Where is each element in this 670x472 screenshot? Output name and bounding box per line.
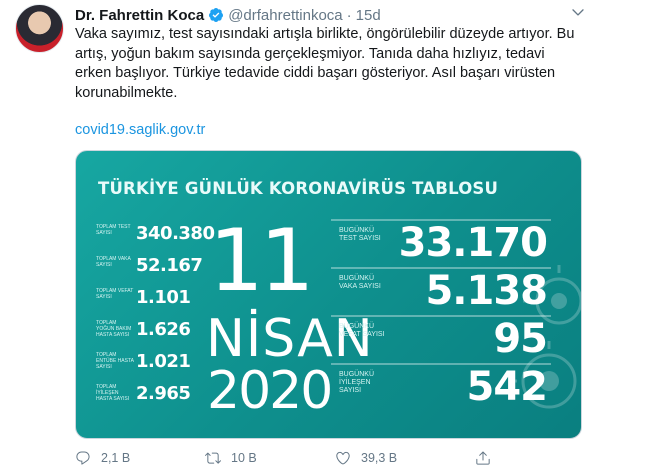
tweet-header: Dr. Fahrettin Koca @drfahrettinkoca · 15…	[75, 6, 381, 24]
header-separator: ·	[346, 6, 352, 24]
stat-total-tests: TOPLAM TEST SAYISI 340.380	[96, 221, 216, 253]
heart-icon	[336, 451, 350, 465]
tweet-link[interactable]: covid19.saglik.gov.tr	[75, 122, 205, 138]
stat-value: 340.380	[136, 223, 215, 244]
retweet-icon	[205, 452, 221, 464]
stat-label: TOPLAM YOĞUN BAKIM HASTA SAYISI	[96, 320, 132, 338]
stat-label: TOPLAM VAKA SAYISI	[96, 256, 131, 268]
author-avatar[interactable]	[15, 4, 64, 53]
stat-label: TOPLAM VEFAT SAYISI	[96, 288, 134, 300]
date-year: 2020	[207, 361, 333, 421]
date-day: 11	[209, 211, 314, 311]
stat-total-recovered: TOPLAM İYİLEŞEN HASTA SAYISI 2.965	[96, 381, 216, 413]
stat-value: 33.170	[398, 220, 548, 266]
verified-badge-icon	[209, 8, 224, 22]
share-icon	[476, 451, 490, 465]
stat-label: BUGÜNKÜ İYİLEŞEN SAYISI	[339, 371, 375, 394]
like-button[interactable]: 39,3 B	[335, 448, 397, 468]
stat-value: 1.626	[136, 319, 191, 340]
covid-stats-image[interactable]: TÜRKİYE GÜNLÜK KORONAVİRÜS TABLOSU TOPLA…	[75, 150, 582, 439]
chevron-down-icon[interactable]	[570, 4, 586, 20]
tweet-text-line: Vaka sayımız, test sayısındaki artışla b…	[75, 26, 575, 42]
tweet-text: Vaka sayımız, test sayısındaki artışla b…	[75, 25, 595, 103]
stat-value: 52.167	[136, 255, 203, 276]
tweet-text-line: artış, yoğun bakım sayısında gerçekleşmi…	[75, 45, 545, 62]
author-name[interactable]: Dr. Fahrettin Koca	[75, 7, 204, 24]
like-count: 39,3 B	[361, 451, 398, 465]
stat-total-cases: TOPLAM VAKA SAYISI 52.167	[96, 253, 216, 285]
stat-label: BUGÜNKÜ VEFAT SAYISI	[339, 323, 385, 338]
virus-decoration-icon	[509, 265, 581, 409]
tweet-text-line: korunabilmekte.	[75, 84, 178, 101]
stat-value: 2.965	[136, 383, 191, 404]
stat-total-deaths: TOPLAM VEFAT SAYISI 1.101	[96, 285, 216, 317]
tweet-timestamp[interactable]: 15d	[356, 7, 381, 24]
share-button[interactable]	[475, 448, 501, 468]
card-title: TÜRKİYE GÜNLÜK KORONAVİRÜS TABLOSU	[98, 179, 499, 198]
stat-today-tests: BUGÜNKÜ TEST SAYISI 33.170	[331, 219, 551, 267]
stat-label: TOPLAM İYİLEŞEN HASTA SAYISI	[96, 384, 130, 402]
retweet-button[interactable]: 10 B	[205, 448, 257, 468]
stat-total-intubated: TOPLAM ENTÜBE HASTA SAYISI 1.021	[96, 349, 216, 381]
tweet-text-line: erken başlıyor. Türkiye tedavide ciddi b…	[75, 65, 556, 81]
stat-label: BUGÜNKÜ TEST SAYISI	[339, 227, 381, 242]
author-handle[interactable]: @drfahrettinkoca	[228, 7, 342, 24]
stat-value: 1.021	[136, 351, 191, 372]
stat-value: 1.101	[136, 287, 191, 308]
tweet-actions: 2,1 B 10 B 39,3 B	[75, 448, 535, 468]
cumulative-stats: TOPLAM TEST SAYISI 340.380 TOPLAM VAKA S…	[96, 221, 216, 413]
retweet-count: 10 B	[231, 451, 257, 465]
stat-label: BUGÜNKÜ VAKA SAYISI	[339, 275, 381, 290]
reply-button[interactable]: 2,1 B	[75, 448, 130, 468]
reply-icon	[76, 451, 90, 465]
stat-label: TOPLAM TEST SAYISI	[96, 224, 131, 236]
stat-total-icu: TOPLAM YOĞUN BAKIM HASTA SAYISI 1.626	[96, 317, 216, 349]
reply-count: 2,1 B	[101, 451, 131, 465]
stat-label: TOPLAM ENTÜBE HASTA SAYISI	[96, 352, 134, 370]
